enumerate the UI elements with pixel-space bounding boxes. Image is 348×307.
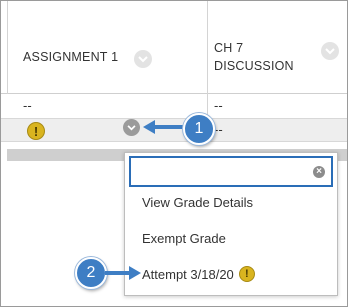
callout-arrow-icon	[105, 266, 141, 280]
chevron-down-icon[interactable]	[321, 42, 339, 60]
grade-cell-ch7[interactable]: --	[214, 122, 223, 137]
menu-item-attempt[interactable]: Attempt 3/18/20 !	[142, 266, 255, 282]
gradebook-frame: ASSIGNMENT 1 CH 7 DISCUSSION -- -- ! -- …	[0, 0, 348, 307]
callout-number: 1	[194, 120, 204, 137]
chevron-down-icon[interactable]	[134, 50, 152, 68]
callout-badge-1: 1	[183, 113, 215, 145]
callout-arrow-icon	[143, 120, 185, 134]
column-divider	[207, 1, 208, 94]
grade-cell-ch7[interactable]: --	[214, 98, 223, 113]
menu-item-exempt-grade[interactable]: Exempt Grade	[142, 231, 226, 246]
column-header-label: CH 7	[214, 41, 244, 55]
warning-icon: !	[238, 266, 255, 282]
cell-menu-chevron-icon[interactable]	[123, 119, 140, 136]
menu-item-attempt-label: Attempt 3/18/20	[142, 266, 234, 282]
callout-badge-2: 2	[75, 257, 107, 289]
menu-item-view-grade-details[interactable]: View Grade Details	[142, 195, 253, 210]
grid-header-row: ASSIGNMENT 1 CH 7 DISCUSSION	[1, 1, 347, 94]
warning-icon[interactable]: !	[27, 122, 45, 140]
callout-number: 2	[86, 264, 96, 281]
menu-search-input[interactable]: ×	[129, 156, 333, 187]
grade-cell-menu: × View Grade Details Exempt Grade Attemp…	[124, 152, 338, 296]
grade-cell-assignment-1[interactable]: --	[23, 98, 32, 113]
clear-icon[interactable]: ×	[313, 166, 325, 178]
column-header-label: ASSIGNMENT 1	[23, 50, 119, 64]
column-divider	[7, 1, 8, 94]
column-header-label-line2: DISCUSSION	[214, 59, 294, 73]
